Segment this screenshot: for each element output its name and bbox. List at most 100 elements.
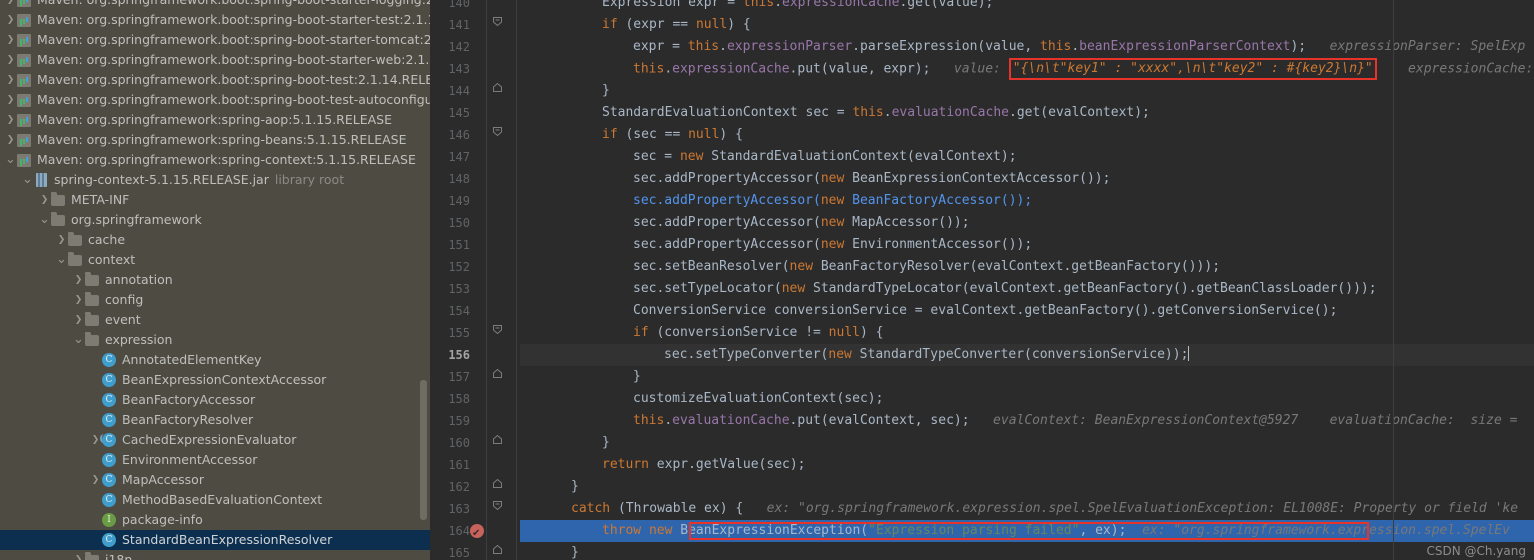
tree-item[interactable]: ❯ cache <box>0 230 430 250</box>
code-text[interactable]: sec.addPropertyAccessor(new BeanExpressi… <box>520 168 1534 190</box>
chevron-right-icon[interactable]: ❯ <box>72 310 85 330</box>
chevron-right-icon[interactable]: ❯ <box>38 190 51 210</box>
code-text[interactable]: sec = new StandardEvaluationContext(eval… <box>520 146 1534 168</box>
tree-item[interactable]: ❯ Maven: org.springframework.boot:spring-… <box>0 0 430 10</box>
code-line[interactable]: 159 this.evaluationCache.put(evalContext,… <box>430 410 1534 432</box>
tree-item[interactable]: ⌄ context <box>0 250 430 270</box>
chevron-down-icon[interactable]: ⌄ <box>4 153 17 167</box>
sidebar-scrollbar[interactable] <box>420 380 427 520</box>
code-line[interactable]: 148 sec.addPropertyAccessor(new BeanExpre… <box>430 168 1534 190</box>
code-line[interactable]: 157} <box>430 366 1534 388</box>
code-text[interactable]: sec.setTypeLocator(new StandardTypeLocat… <box>520 278 1534 300</box>
code-line[interactable]: 160} <box>430 432 1534 454</box>
code-text[interactable]: sec.addPropertyAccessor(new MapAccessor(… <box>520 212 1534 234</box>
chevron-right-icon[interactable]: ❯ <box>4 30 17 50</box>
code-text[interactable]: } <box>520 366 1534 388</box>
code-text[interactable]: StandardEvaluationContext sec = this.eva… <box>520 102 1534 124</box>
chevron-right-icon[interactable]: ❯ <box>72 550 85 560</box>
code-line[interactable]: 165} <box>430 542 1534 560</box>
code-text[interactable]: if (expr == null) { <box>520 14 1534 36</box>
code-line[interactable]: 147 sec = new StandardEvaluationContext(e… <box>430 146 1534 168</box>
tree-item[interactable]: ❯ Maven: org.springframework:spring-beans… <box>0 130 430 150</box>
code-text[interactable]: sec.addPropertyAccessor(new BeanFactoryA… <box>520 190 1534 212</box>
tree-item[interactable]: ❯ META-INF <box>0 190 430 210</box>
code-text[interactable]: catch (Throwable ex) { ex: "org.springfr… <box>520 498 1534 520</box>
code-line[interactable]: 151 sec.addPropertyAccessor(new Environme… <box>430 234 1534 256</box>
code-text[interactable]: this.evaluationCache.put(evalContext, se… <box>520 410 1534 432</box>
chevron-right-icon[interactable]: ❯ <box>4 90 17 110</box>
code-text[interactable]: expr = this.expressionParser.parseExpres… <box>520 36 1534 58</box>
code-text[interactable]: this.expressionCache.put(value, expr); v… <box>520 58 1534 80</box>
code-text[interactable]: } <box>520 432 1534 454</box>
code-text[interactable]: if (sec == null) { <box>520 124 1534 146</box>
tree-item[interactable]: ❯ config <box>0 290 430 310</box>
chevron-right-icon[interactable]: ❯ <box>4 130 17 150</box>
tree-item[interactable]: ❯ i18n <box>0 550 430 560</box>
code-line[interactable]: 163 catch (Throwable ex) { ex: "org.sprin… <box>430 498 1534 520</box>
fold-collapse-icon[interactable] <box>492 124 502 146</box>
tree-item[interactable]: ⌄ Maven: org.springframework:spring-conte… <box>0 150 430 170</box>
code-text[interactable]: ConversionService conversionService = ev… <box>520 300 1534 322</box>
fold-collapse-icon[interactable] <box>492 322 502 344</box>
chevron-right-icon[interactable]: ❯ <box>4 70 17 90</box>
code-text[interactable]: } <box>520 80 1534 102</box>
code-line[interactable]: 158 customizeEvaluationContext(sec); <box>430 388 1534 410</box>
code-text[interactable]: Expression expr = this.expressionCache.g… <box>520 0 1534 14</box>
tree-item[interactable]: ⌄ expression <box>0 330 430 350</box>
code-line[interactable]: 142 expr = this.expressionParser.parseExp… <box>430 36 1534 58</box>
fold-collapse-icon[interactable] <box>492 498 502 520</box>
tree-item[interactable]: C AnnotatedElementKey <box>0 350 430 370</box>
code-text[interactable]: throw new BeanExpressionException("Expre… <box>520 520 1534 542</box>
code-line[interactable]: 153 sec.setTypeLocator(new StandardTypeLo… <box>430 278 1534 300</box>
chevron-right-icon[interactable]: ❯ <box>4 10 17 30</box>
tree-item[interactable]: ❯ Maven: org.springframework.boot:spring-… <box>0 30 430 50</box>
tree-item[interactable]: ❯ Maven: org.springframework.boot:spring-… <box>0 70 430 90</box>
tree-item[interactable]: ❯ Maven: org.springframework:spring-aop:5… <box>0 110 430 130</box>
code-text[interactable]: } <box>520 542 1534 560</box>
fold-collapse-icon[interactable] <box>492 14 502 36</box>
tree-item[interactable]: ⌄ spring-context-5.1.15.RELEASE.jar librar… <box>0 170 430 190</box>
code-line[interactable]: 162} <box>430 476 1534 498</box>
chevron-right-icon[interactable]: ❯ <box>89 470 102 490</box>
code-line[interactable]: 152 sec.setBeanResolver(new BeanFactoryRe… <box>430 256 1534 278</box>
code-line[interactable]: 143 this.expressionCache.put(value, expr)… <box>430 58 1534 80</box>
tree-item[interactable]: ❯ Maven: org.springframework.boot:spring-… <box>0 50 430 70</box>
chevron-right-icon[interactable]: ❯ <box>72 290 85 310</box>
code-line[interactable]: 155 if (conversionService != null) { <box>430 322 1534 344</box>
code-line[interactable]: 164 throw new BeanExpressionException("Ex… <box>430 520 1534 545</box>
code-line[interactable]: 154 ConversionService conversionService =… <box>430 300 1534 322</box>
fold-end-icon[interactable] <box>492 476 502 498</box>
chevron-right-icon[interactable]: ❯ <box>72 270 85 290</box>
code-text[interactable]: sec.setBeanResolver(new BeanFactoryResol… <box>520 256 1534 278</box>
tree-item[interactable]: ❯ Maven: org.springframework.boot:spring-… <box>0 10 430 30</box>
chevron-right-icon[interactable]: ❯ <box>55 230 68 250</box>
code-line[interactable]: 161 return expr.getValue(sec); <box>430 454 1534 476</box>
fold-end-icon[interactable] <box>492 366 502 388</box>
code-line[interactable]: 149 sec.addPropertyAccessor(new BeanFacto… <box>430 190 1534 212</box>
code-text[interactable]: if (conversionService != null) { <box>520 322 1534 344</box>
code-editor[interactable]: 140 Expression expr = this.expressionCach… <box>430 0 1534 560</box>
chevron-down-icon[interactable]: ⌄ <box>55 253 68 267</box>
code-text[interactable]: customizeEvaluationContext(sec); <box>520 388 1534 410</box>
code-line[interactable]: 150 sec.addPropertyAccessor(new MapAccess… <box>430 212 1534 234</box>
chevron-right-icon[interactable]: ❯ <box>4 0 17 10</box>
fold-end-icon[interactable] <box>492 432 502 454</box>
code-text[interactable]: return expr.getValue(sec); <box>520 454 1534 476</box>
code-line[interactable]: 146 if (sec == null) { <box>430 124 1534 146</box>
fold-end-icon[interactable] <box>492 542 502 560</box>
tree-item[interactable]: C StandardBeanExpressionResolver <box>0 530 430 550</box>
tree-item[interactable]: ❯ event <box>0 310 430 330</box>
code-text[interactable]: } <box>520 476 1534 498</box>
project-tree[interactable]: ❯ Maven: org.springframework.boot:spring-… <box>0 0 430 560</box>
code-line[interactable]: 145 StandardEvaluationContext sec = this.… <box>430 102 1534 124</box>
tree-item[interactable]: ❯ C CachedExpressionEvaluator <box>0 430 430 450</box>
tree-item[interactable]: ❯ annotation <box>0 270 430 290</box>
tree-item[interactable]: C BeanFactoryResolver <box>0 410 430 430</box>
breakpoint-icon[interactable] <box>470 523 484 545</box>
code-line[interactable]: 140 Expression expr = this.expressionCach… <box>430 0 1534 14</box>
chevron-down-icon[interactable]: ⌄ <box>21 173 34 187</box>
tree-item[interactable]: ❯ C MapAccessor <box>0 470 430 490</box>
code-lines[interactable]: 140 Expression expr = this.expressionCach… <box>430 0 1534 560</box>
tree-item[interactable]: ❯ Maven: org.springframework.boot:spring-… <box>0 90 430 110</box>
code-line[interactable]: 156 sec.setTypeConverter(new StandardType… <box>430 344 1534 366</box>
